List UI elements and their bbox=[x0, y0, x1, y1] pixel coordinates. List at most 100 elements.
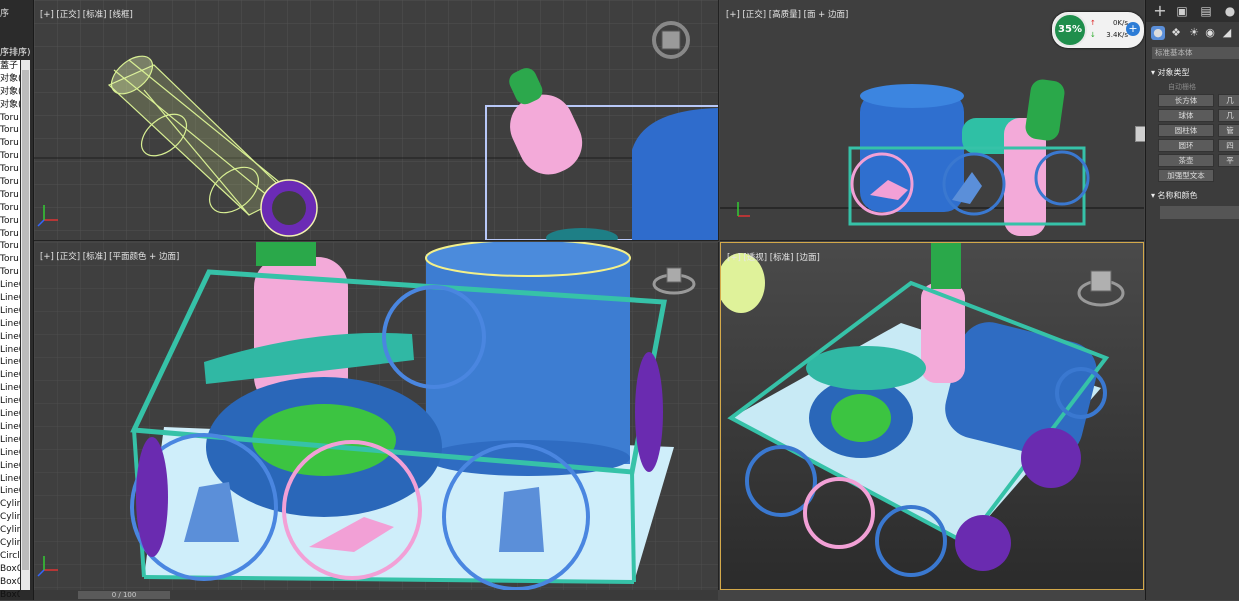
green-cap bbox=[931, 243, 961, 289]
time-slider[interactable]: 0 / 100 bbox=[78, 591, 170, 599]
upload-arrow-icon: ↑ bbox=[1090, 19, 1096, 27]
create-category-icons: ● ❖ ☀ ◉ ◢ bbox=[1146, 24, 1239, 44]
helpers-icon[interactable]: ◢ bbox=[1220, 26, 1234, 40]
scene-list-scrollbar[interactable] bbox=[21, 60, 30, 590]
viewport-bottom-right-canvas[interactable] bbox=[721, 243, 1143, 589]
scene-list-item[interactable]: Box0 bbox=[0, 563, 20, 576]
scene-list-item[interactable]: 对象( bbox=[0, 86, 20, 99]
scene-list-item[interactable]: 对象( bbox=[0, 73, 20, 86]
scene-list-item[interactable]: Cylin bbox=[0, 537, 20, 550]
lights-icon[interactable]: ☀ bbox=[1187, 26, 1201, 40]
scene-list-item[interactable]: Line0 bbox=[0, 408, 20, 421]
upload-speed: ↑ 0K/s bbox=[1090, 19, 1128, 27]
scene-list-item[interactable]: Line0 bbox=[0, 318, 20, 331]
object-name-input[interactable] bbox=[1160, 206, 1239, 219]
scene-list-item[interactable]: Toru bbox=[0, 266, 20, 279]
modify-tab-icon[interactable]: ▣ bbox=[1174, 3, 1190, 19]
scene-list-item[interactable]: Line0 bbox=[0, 305, 20, 318]
scene-list-item[interactable]: 对象( bbox=[0, 99, 20, 112]
viewport-bottom-left-canvas[interactable] bbox=[34, 242, 718, 590]
green-cap bbox=[1025, 79, 1065, 141]
scene-list-item[interactable]: Toru bbox=[0, 163, 20, 176]
scene-list-item[interactable]: Line0 bbox=[0, 344, 20, 357]
viewport-bottom-left[interactable]: [+] [正交] [标准] [平面颜色 + 边面] bbox=[34, 242, 719, 590]
plane-button[interactable]: 平 bbox=[1218, 154, 1239, 167]
geometry-icon[interactable]: ● bbox=[1151, 26, 1165, 40]
viewport-top-left-canvas[interactable] bbox=[34, 0, 718, 240]
scene-list-item[interactable]: Cylin bbox=[0, 524, 20, 537]
name-and-color-rollout[interactable]: ▾ 名称和颜色 bbox=[1151, 190, 1198, 201]
scene-list-item[interactable]: Line0 bbox=[0, 395, 20, 408]
blue-jar bbox=[425, 242, 631, 476]
command-panel: + ▣ ▤ ● ● ❖ ☀ ◉ ◢ 标准基本体 ▾ 对象类型 自动栅格 长方体 … bbox=[1145, 0, 1239, 600]
geosphere-button[interactable]: 几 bbox=[1218, 94, 1239, 107]
teapot-button[interactable]: 茶壶 bbox=[1158, 154, 1214, 167]
scene-list-item[interactable]: Toru bbox=[0, 124, 20, 137]
download-arrow-icon: ↓ bbox=[1090, 31, 1096, 39]
sort-column-header[interactable]: 序排序) bbox=[0, 45, 31, 58]
scene-list-item[interactable]: Line0 bbox=[0, 369, 20, 382]
green-cap bbox=[256, 242, 316, 266]
viewport-top-right-label[interactable]: [+] [正交] [高质量] [面 + 边面] bbox=[726, 8, 848, 20]
viewport-bottom-left-label[interactable]: [+] [正交] [标准] [平面颜色 + 边面] bbox=[40, 250, 179, 262]
scene-list-item[interactable]: Line0 bbox=[0, 292, 20, 305]
cameras-icon[interactable]: ◉ bbox=[1203, 26, 1217, 40]
scene-list-item[interactable]: Line0 bbox=[0, 485, 20, 498]
scene-list-item[interactable]: Toru bbox=[0, 150, 20, 163]
object-type-rollout[interactable]: ▾ 对象类型 bbox=[1151, 67, 1190, 78]
scene-list-item[interactable]: Toru bbox=[0, 137, 20, 150]
viewcube-bottom-right bbox=[1077, 270, 1125, 307]
scene-list-item[interactable]: Line0 bbox=[0, 473, 20, 486]
teal-lid bbox=[806, 346, 926, 390]
download-speed-value: 3.4K/s bbox=[1106, 31, 1128, 39]
scene-list-item[interactable]: Toru bbox=[0, 189, 20, 202]
sphere-button[interactable]: 球体 bbox=[1158, 109, 1214, 122]
cylinder-button[interactable]: 圆柱体 bbox=[1158, 124, 1214, 137]
scene-list-item[interactable]: Toru bbox=[0, 240, 20, 253]
scene-list-item[interactable]: Box0 bbox=[0, 589, 20, 601]
plus-icon[interactable]: + bbox=[1126, 22, 1140, 36]
scene-object-list: 蓋子 对象(对象(对象(Toru Toru Toru Toru Toru Toru Toru T… bbox=[0, 60, 20, 600]
scene-list-item[interactable]: Cylin bbox=[0, 511, 20, 524]
scene-list-item[interactable]: Toru bbox=[0, 228, 20, 241]
green-disc bbox=[831, 394, 891, 442]
tube-button[interactable]: 管 bbox=[1218, 124, 1239, 137]
create-tab-plus-icon[interactable]: + bbox=[1152, 3, 1168, 19]
scene-list-item[interactable]: Toru bbox=[0, 176, 20, 189]
text-plus-button[interactable]: 加强型文本 bbox=[1158, 169, 1214, 182]
scene-list-item[interactable]: Box0 bbox=[0, 576, 20, 589]
viewport-top-left[interactable]: [+] [正交] [标准] [线框] bbox=[34, 0, 719, 241]
scene-list-item[interactable]: Line0 bbox=[0, 434, 20, 447]
scene-list-item[interactable]: Circle bbox=[0, 550, 20, 563]
scene-list-item[interactable]: Line0 bbox=[0, 356, 20, 369]
scene-list-item[interactable]: Line0 bbox=[0, 460, 20, 473]
torus-button[interactable]: 圆环 bbox=[1158, 139, 1214, 152]
network-monitor-widget[interactable]: 35% ↑ 0K/s ↓ 3.4K/s + bbox=[1052, 12, 1144, 48]
scene-list-item[interactable]: Toru bbox=[0, 253, 20, 266]
shapes-icon[interactable]: ❖ bbox=[1169, 26, 1183, 40]
viewport-top-left-label[interactable]: [+] [正交] [标准] [线框] bbox=[40, 8, 133, 20]
box-button[interactable]: 长方体 bbox=[1158, 94, 1214, 107]
auto-grid-checkbox[interactable]: 自动栅格 bbox=[1168, 82, 1196, 92]
scrollbar-thumb[interactable] bbox=[22, 70, 29, 570]
scene-list-item[interactable]: Cylin bbox=[0, 498, 20, 511]
command-panel-tabs: + ▣ ▤ ● bbox=[1146, 0, 1239, 22]
timeline-bar: 0 / 100 bbox=[34, 590, 718, 600]
geosphere2-button[interactable]: 几 bbox=[1218, 109, 1239, 122]
scene-list-item[interactable]: Line0 bbox=[0, 421, 20, 434]
scene-list-item[interactable]: Line0 bbox=[0, 382, 20, 395]
scene-list-item[interactable]: Toru bbox=[0, 112, 20, 125]
scene-list-item[interactable]: 蓋子 bbox=[0, 60, 20, 73]
scene-list-item[interactable]: Toru bbox=[0, 215, 20, 228]
scene-list-item[interactable]: Line0 bbox=[0, 331, 20, 344]
viewport-bottom-right[interactable]: [+] [透视] [标准] [边面] bbox=[720, 242, 1144, 590]
scene-explorer: 序 序排序) 蓋子 对象(对象(对象(Toru Toru Toru Toru Toru To… bbox=[0, 0, 34, 600]
pyramid-button[interactable]: 四 bbox=[1218, 139, 1239, 152]
scene-list-item[interactable]: Line0 bbox=[0, 447, 20, 460]
scene-list-item[interactable]: Toru bbox=[0, 202, 20, 215]
viewport-bottom-right-label[interactable]: [+] [透视] [标准] [边面] bbox=[727, 251, 820, 263]
motion-tab-icon[interactable]: ● bbox=[1222, 3, 1238, 19]
hierarchy-tab-icon[interactable]: ▤ bbox=[1198, 3, 1214, 19]
scene-list-item[interactable]: Line0 bbox=[0, 279, 20, 292]
primitive-category-dropdown[interactable]: 标准基本体 bbox=[1152, 47, 1239, 59]
